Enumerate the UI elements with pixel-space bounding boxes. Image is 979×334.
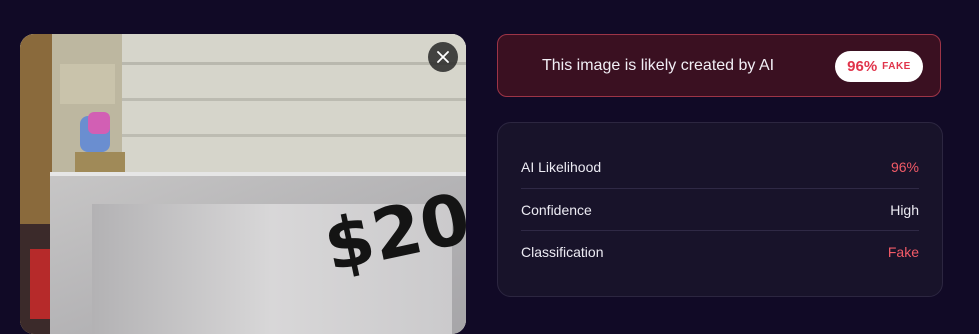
stat-label: Classification: [521, 244, 604, 260]
badge-score: 96%: [847, 58, 878, 75]
uploaded-image: $20: [20, 34, 466, 334]
uploaded-photo: $20: [20, 34, 466, 334]
close-icon: [437, 51, 449, 63]
badge-tag: FAKE: [882, 61, 911, 72]
stat-row-classification: Classification Fake: [521, 231, 919, 273]
score-badge: 96% FAKE: [835, 51, 923, 82]
close-button[interactable]: [428, 42, 458, 72]
stat-row-ai-likelihood: AI Likelihood 96%: [521, 146, 919, 188]
stat-label: Confidence: [521, 202, 592, 218]
stat-value: High: [890, 202, 919, 218]
analysis-stats-card: AI Likelihood 96% Confidence High Classi…: [497, 122, 943, 297]
verdict-banner: This image is likely created by AI 96% F…: [497, 34, 941, 97]
stat-label: AI Likelihood: [521, 159, 602, 175]
stat-value: Fake: [887, 244, 919, 260]
stat-row-confidence: Confidence High: [521, 189, 919, 231]
verdict-message: This image is likely created by AI: [542, 56, 775, 74]
stat-value: 96%: [890, 159, 919, 175]
